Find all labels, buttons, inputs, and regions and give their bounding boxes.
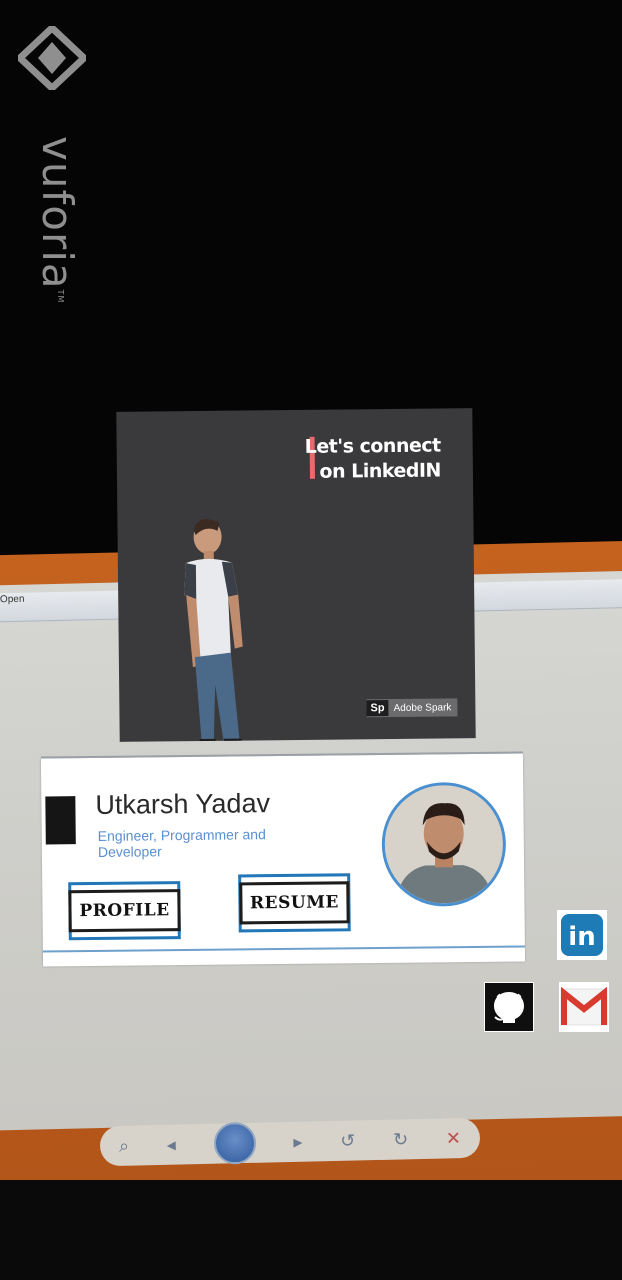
adobe-spark-logo-icon: Sp: [366, 700, 389, 717]
github-icon: [485, 983, 533, 1031]
person-silhouette-image: [184, 519, 243, 742]
resume-button[interactable]: RESUME: [238, 873, 351, 933]
vuforia-watermark: vuforiaTM: [18, 26, 88, 303]
profile-button[interactable]: PROFILE: [68, 881, 181, 941]
profile-name: Utkarsh Yadav: [95, 788, 271, 820]
poster-headline-line2: on LinkedIN: [319, 459, 442, 483]
zoom-icon: ⌕: [118, 1135, 130, 1156]
vuforia-wordmark: vuforiaTM: [33, 136, 82, 304]
profile-photo-image: [384, 784, 504, 904]
linkedin-icon: in: [561, 914, 603, 956]
previous-icon: ◂: [166, 1134, 177, 1155]
profile-button-label: PROFILE: [68, 889, 181, 933]
svg-text:in: in: [568, 922, 595, 952]
next-icon: ▸: [293, 1131, 303, 1152]
card-marker-block: [45, 796, 76, 845]
gmail-icon: [560, 987, 608, 1026]
card-bottom-divider: [42, 945, 525, 953]
avatar: [381, 781, 507, 907]
poster-headline-line1: Let's connect: [304, 434, 441, 458]
github-button[interactable]: [484, 982, 534, 1032]
resume-button-label: RESUME: [238, 881, 351, 925]
rotate-right-icon: ↻: [392, 1128, 409, 1150]
linkedin-poster[interactable]: Let's connect on LinkedIN Sp Adobe Spark: [116, 408, 476, 742]
monitor-bezel: [0, 1180, 622, 1280]
rotate-left-icon: ↺: [339, 1130, 356, 1151]
adobe-spark-badge: Sp Adobe Spark: [366, 698, 458, 718]
delete-icon: ✕: [445, 1127, 462, 1148]
adobe-spark-label: Adobe Spark: [393, 701, 452, 714]
slideshow-icon: [213, 1121, 257, 1165]
gmail-button[interactable]: [559, 982, 609, 1032]
profile-card: Utkarsh Yadav Engineer, Programmer and D…: [40, 751, 526, 967]
vuforia-logo-icon: [18, 26, 86, 90]
profile-subtitle: Engineer, Programmer and Developer: [97, 826, 266, 860]
linkedin-button[interactable]: in: [557, 910, 607, 960]
toolbar-open-label: Open: [0, 593, 25, 606]
